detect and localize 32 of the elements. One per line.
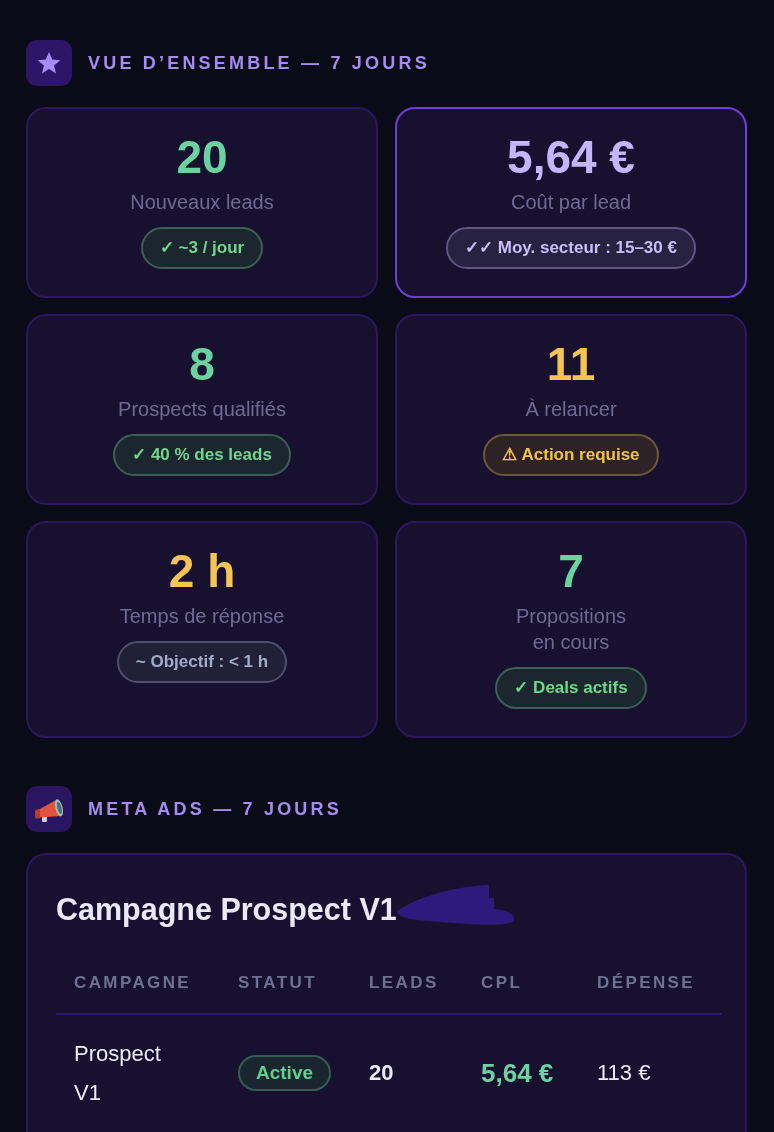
table-cell-text: Prospect V1 bbox=[73, 1040, 162, 1107]
table-cell-text: 113 € bbox=[596, 1059, 652, 1087]
table-header: DÉPENSE bbox=[596, 972, 697, 994]
stat-badge: ✓✓ Moy. secteur : 15–30 € bbox=[446, 227, 696, 269]
stat-badge: ✓ ~3 / jour bbox=[140, 227, 264, 269]
table-cell-text: 5,64 € bbox=[480, 1056, 555, 1090]
stat-label: Temps de réponse bbox=[119, 604, 285, 629]
status-badge: Active bbox=[238, 1055, 332, 1091]
stat-badge: ~ Objectif : < 1 h bbox=[116, 641, 288, 683]
table-header: LEADS bbox=[368, 972, 440, 994]
campaign-title: Campagne Prospect V1 bbox=[56, 891, 397, 927]
stat-value: 8 bbox=[189, 337, 215, 391]
stat-value: 20 bbox=[176, 130, 228, 184]
stat-label: Prospects qualifiés bbox=[118, 397, 286, 422]
stat-label: À relancer bbox=[525, 397, 617, 422]
stat-value: 2 h bbox=[168, 544, 236, 598]
table-header: STATUT bbox=[237, 972, 318, 994]
table-header: CAMPAGNE bbox=[73, 972, 193, 994]
stat-label: Propositions en cours bbox=[514, 604, 628, 655]
table-cell-text: 20 bbox=[368, 1059, 395, 1087]
section-heading: VUE D’ENSEMBLE — 7 JOURS bbox=[88, 52, 430, 74]
stat-value: 7 bbox=[558, 544, 584, 598]
stat-label: Nouveaux leads bbox=[130, 190, 274, 215]
section-heading: META ADS — 7 JOURS bbox=[88, 798, 342, 820]
stat-label: Coût par lead bbox=[510, 190, 632, 215]
stat-value: 5,64 € bbox=[507, 130, 635, 184]
megaphone-icon bbox=[26, 786, 72, 832]
stat-badge: ⚠ Action requise bbox=[483, 434, 659, 476]
stat-badge: ✓ 40 % des leads bbox=[113, 434, 291, 476]
table-header: CPL bbox=[480, 972, 524, 994]
stat-badge: ✓ Deals actifs bbox=[495, 667, 647, 709]
stat-value: 11 bbox=[546, 337, 596, 391]
